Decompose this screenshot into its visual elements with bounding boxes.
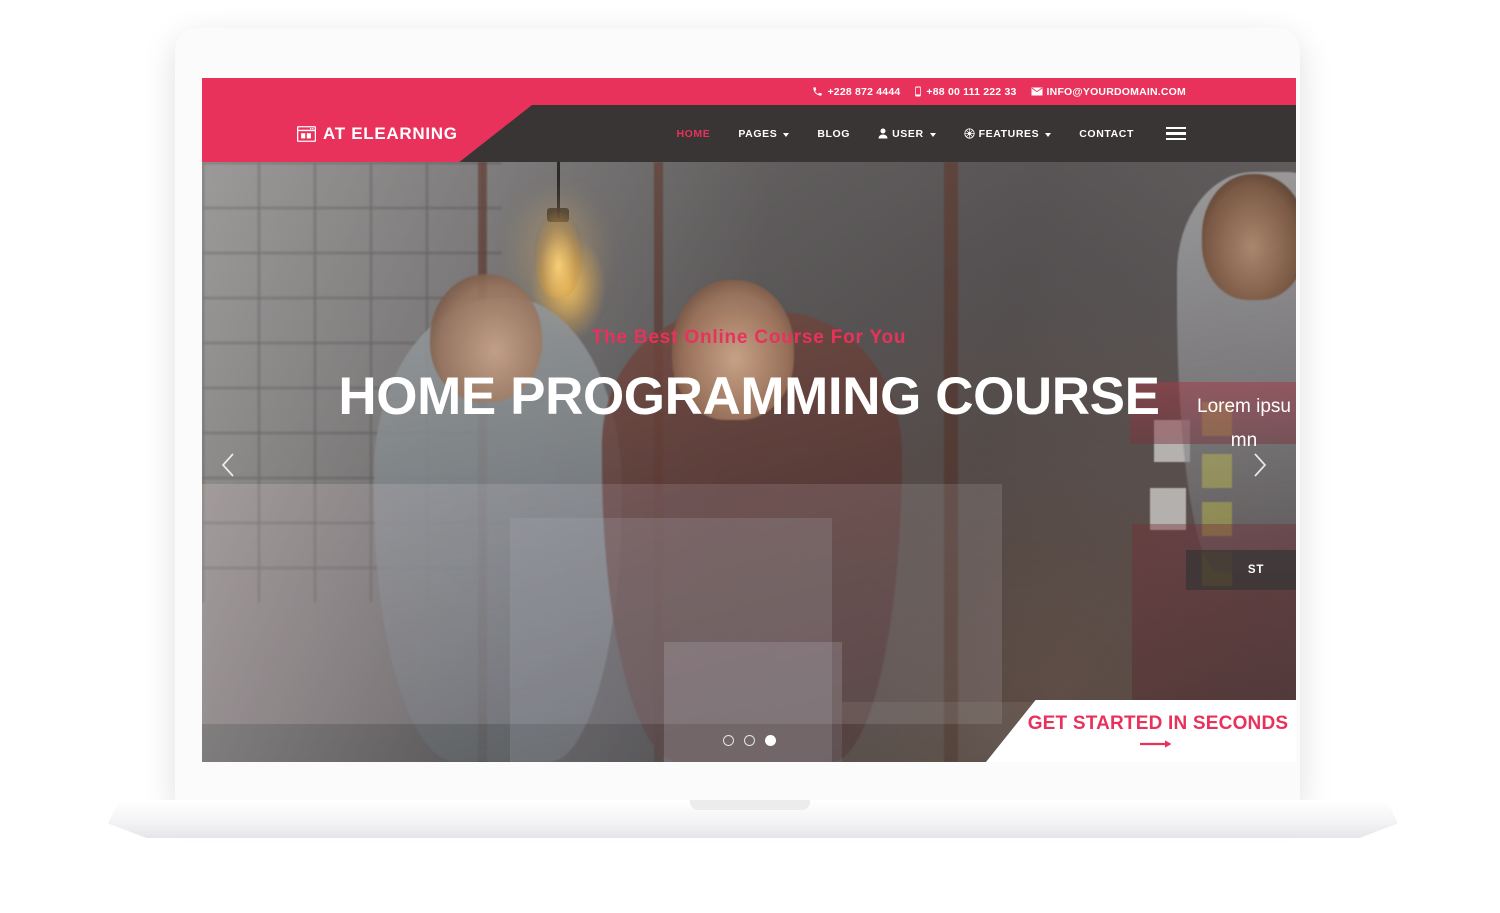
nav-menu: HOME PAGES BLOG USER FEATURES CONTACT — [662, 105, 1296, 162]
phone-icon — [813, 87, 823, 96]
user-icon — [878, 128, 888, 139]
hero-subtitle: The Best Online Course For You — [591, 327, 907, 348]
hero-title: HOME PROGRAMMING COURSE — [338, 367, 1160, 426]
slider-next-button[interactable] — [1246, 450, 1276, 480]
contact-phone-1-text: +228 872 4444 — [827, 85, 901, 98]
nav-item-pages[interactable]: PAGES — [724, 128, 803, 140]
slider-dot-2[interactable] — [743, 735, 755, 746]
contact-email[interactable]: INFO@YOURDOMAIN.COM — [1031, 86, 1186, 98]
contact-email-text: INFO@YOURDOMAIN.COM — [1046, 85, 1186, 98]
hamburger-bar — [1166, 126, 1186, 130]
chevron-right-icon — [1254, 453, 1267, 477]
get-started-panel[interactable]: GET STARTED IN SECONDS — [986, 700, 1296, 762]
nav-item-user[interactable]: USER — [864, 128, 950, 140]
top-contact-bar: +228 872 4444 +88 00 111 222 33 INFO@YOU… — [202, 78, 1296, 105]
next-slide-button[interactable]: ST — [1186, 550, 1296, 590]
browser-window-icon — [297, 125, 316, 142]
envelope-icon — [1031, 87, 1043, 96]
site-logo[interactable]: AT ELEARNING — [297, 105, 458, 162]
chevron-down-icon — [929, 132, 936, 137]
contact-phone-2[interactable]: +88 00 111 222 33 — [914, 86, 1016, 98]
page-root: +228 872 4444 +88 00 111 222 33 INFO@YOU… — [0, 0, 1500, 913]
contact-info-group: +228 872 4444 +88 00 111 222 33 INFO@YOU… — [812, 86, 1186, 98]
chevron-down-icon — [1045, 132, 1052, 137]
nav-item-home[interactable]: HOME — [662, 128, 724, 140]
chevron-down-icon — [783, 132, 790, 137]
slider-dot-1[interactable] — [722, 735, 734, 746]
browser-viewport: +228 872 4444 +88 00 111 222 33 INFO@YOU… — [202, 78, 1296, 762]
nav-item-home-label: HOME — [676, 127, 711, 140]
laptop-notch — [690, 800, 810, 810]
main-navigation-bar: AT ELEARNING HOME PAGES BLOG USER FEATUR… — [202, 105, 1296, 162]
site-logo-text: AT ELEARNING — [323, 123, 458, 143]
nav-item-contact-label: CONTACT — [1079, 127, 1134, 140]
chevron-left-icon — [221, 453, 234, 477]
pendant-bulb — [534, 212, 583, 298]
hero-slider: The Best Online Course For You HOME PROG… — [202, 162, 1296, 762]
hero-caption: The Best Online Course For You HOME PROG… — [202, 327, 1296, 425]
nav-item-blog[interactable]: BLOG — [803, 128, 864, 140]
hamburger-bar — [1166, 137, 1186, 141]
nav-item-pages-label: PAGES — [738, 127, 778, 140]
nav-item-contact[interactable]: CONTACT — [1065, 128, 1148, 140]
get-started-label: GET STARTED IN SECONDS — [1027, 713, 1289, 734]
nav-item-blog-label: BLOG — [817, 127, 851, 140]
slider-prev-button[interactable] — [216, 450, 246, 480]
gear-icon — [963, 128, 975, 139]
nav-item-features-label: FEATURES — [978, 127, 1040, 140]
arrow-right-icon — [1140, 740, 1172, 748]
contact-phone-2-text: +88 00 111 222 33 — [926, 85, 1017, 98]
nav-item-user-label: USER — [892, 127, 924, 140]
nav-item-features[interactable]: FEATURES — [950, 128, 1066, 140]
hamburger-bar — [1166, 132, 1186, 135]
slider-dot-3[interactable] — [764, 735, 776, 746]
contact-phone-1[interactable]: +228 872 4444 — [812, 86, 900, 98]
hamburger-icon[interactable] — [1156, 126, 1196, 141]
mobile-icon — [915, 86, 922, 97]
